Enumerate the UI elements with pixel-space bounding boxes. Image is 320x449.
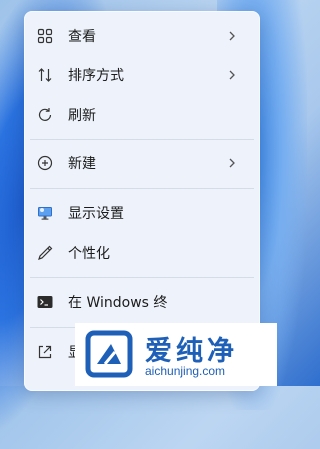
- menu-item-label: 排序方式: [68, 68, 124, 84]
- chevron-right-icon: [229, 158, 235, 168]
- menu-item-sort-by[interactable]: 排序方式: [30, 56, 254, 94]
- new-plus-icon: [37, 155, 53, 171]
- pen-icon: [37, 245, 53, 261]
- menu-item-display-settings[interactable]: 显示设置: [30, 194, 254, 232]
- terminal-icon: [37, 294, 53, 310]
- share-icon: [37, 344, 53, 360]
- grid-icon: [37, 28, 53, 44]
- watermark-text: 爱纯净: [145, 336, 238, 367]
- menu-item-view[interactable]: 查看: [30, 17, 254, 55]
- menu-item-label: 查看: [68, 29, 96, 45]
- menu-item-label: 新建: [68, 156, 96, 172]
- display-icon: [37, 205, 53, 221]
- menu-item-personalize[interactable]: 个性化: [30, 234, 254, 272]
- menu-item-label: 在 Windows 终: [68, 295, 168, 311]
- chevron-right-icon: [229, 31, 235, 41]
- watermark-url: aichunjing.com: [145, 364, 226, 378]
- refresh-icon: [37, 107, 53, 123]
- menu-separator: [30, 277, 254, 278]
- menu-item-refresh[interactable]: 刷新: [30, 96, 254, 134]
- menu-separator: [30, 188, 254, 189]
- watermark-logo: 爱纯净 aichunjing.com: [75, 323, 277, 386]
- menu-item-open-in-terminal[interactable]: 在 Windows 终: [30, 283, 254, 321]
- watermark-emblem-icon: [85, 330, 133, 378]
- menu-item-label: 显示设置: [68, 206, 124, 222]
- menu-item-label: 个性化: [68, 246, 110, 262]
- menu-separator: [30, 139, 254, 140]
- menu-item-label: 刷新: [68, 108, 96, 124]
- menu-item-new[interactable]: 新建: [30, 144, 254, 182]
- sort-icon: [37, 67, 53, 83]
- chevron-right-icon: [229, 70, 235, 80]
